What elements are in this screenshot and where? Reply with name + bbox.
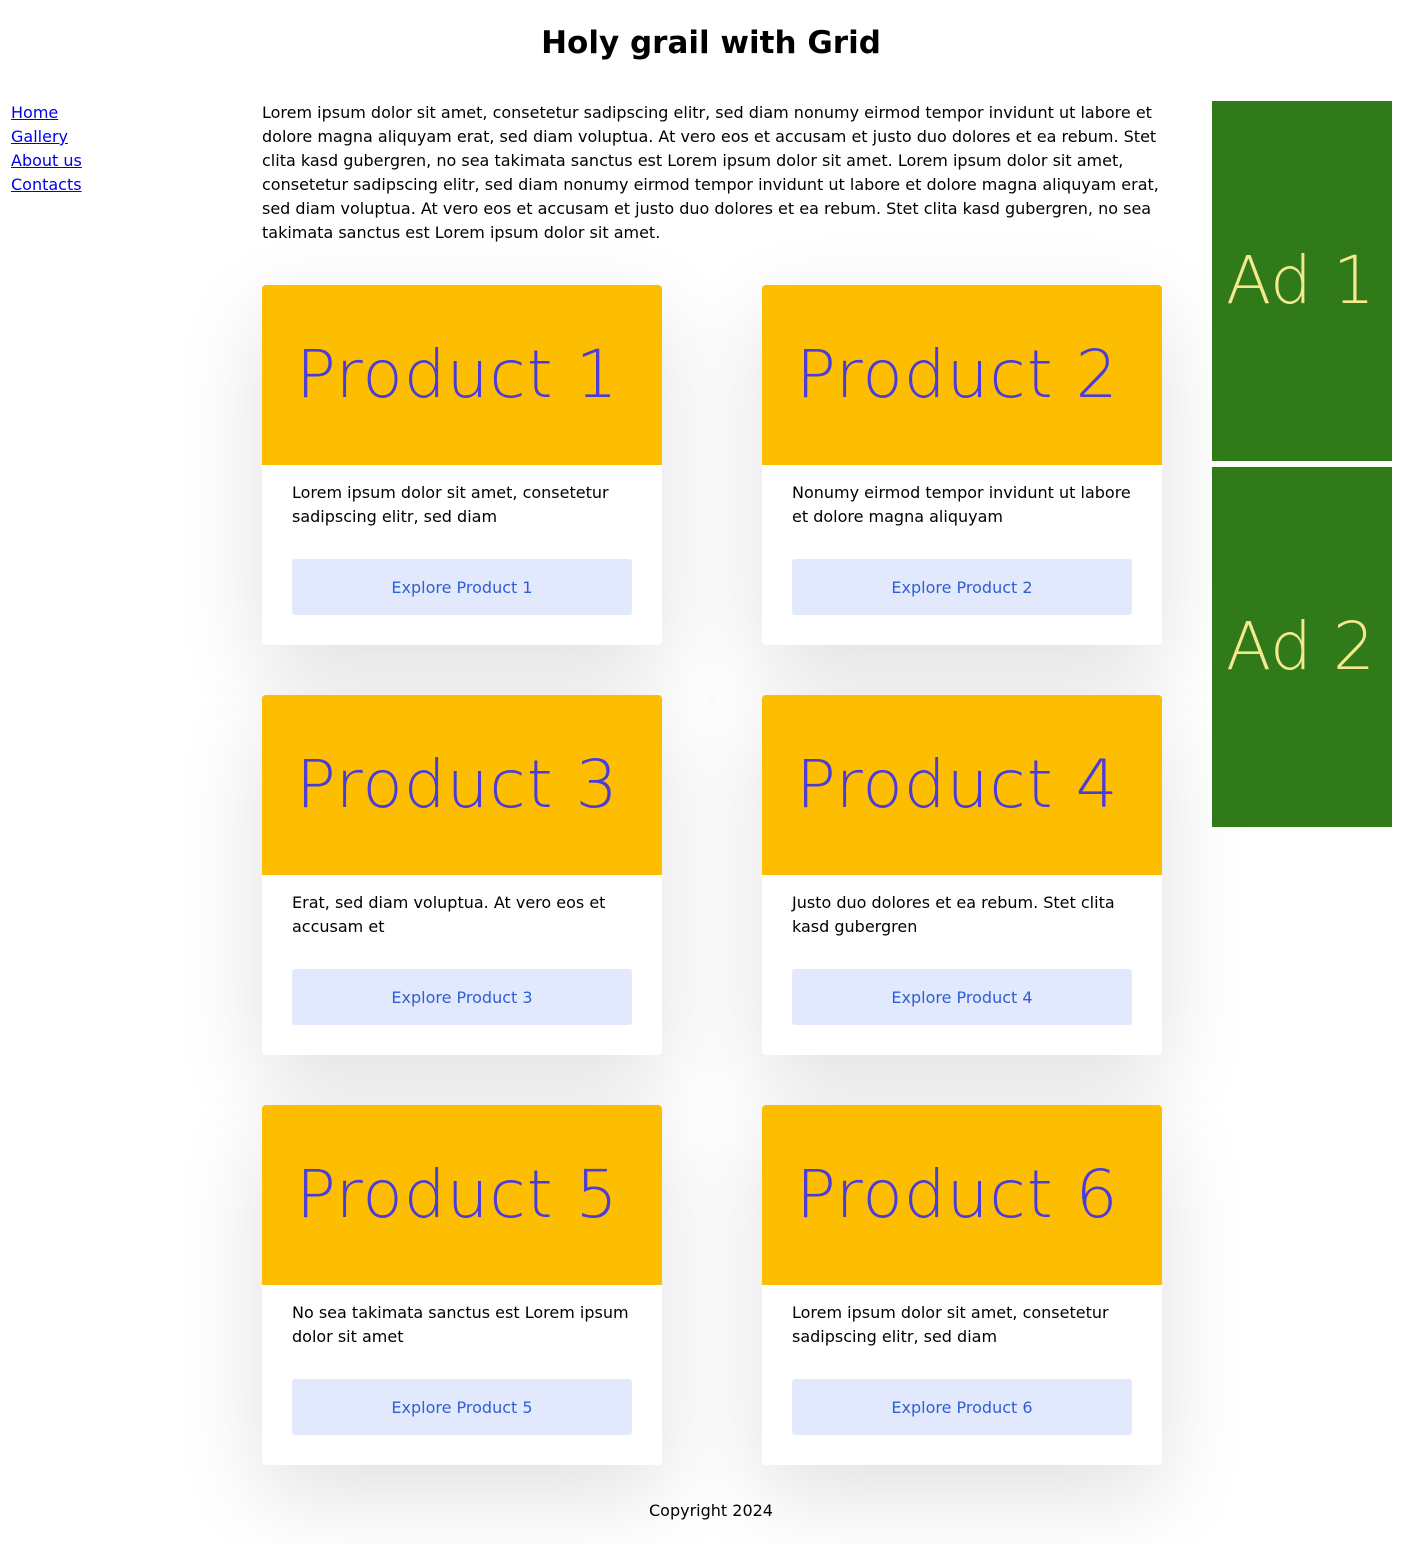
intro-paragraph: Lorem ipsum dolor sit amet, consetetur s… [262, 103, 1159, 242]
nav-link-home[interactable]: Home [11, 101, 82, 125]
product-title: Product 3 [262, 695, 662, 875]
product-description: No sea takimata sanctus est Lorem ipsum … [292, 1303, 629, 1346]
product-title: Product 5 [262, 1105, 662, 1285]
explore-product-button[interactable]: Explore Product 5 [292, 1379, 632, 1435]
product-card: Product 3 Erat, sed diam voluptua. At ve… [262, 695, 662, 1055]
explore-product-button[interactable]: Explore Product 4 [792, 969, 1132, 1025]
side-nav: Home Gallery About us Contacts [11, 101, 82, 197]
product-title: Product 6 [762, 1105, 1162, 1285]
product-card: Product 1 Lorem ipsum dolor sit amet, co… [262, 285, 662, 645]
nav-link-contacts[interactable]: Contacts [11, 173, 82, 197]
product-description: Lorem ipsum dolor sit amet, consetetur s… [292, 483, 609, 526]
nav-link-about-us[interactable]: About us [11, 149, 82, 173]
product-card: Product 6 Lorem ipsum dolor sit amet, co… [762, 1105, 1162, 1465]
product-description: Justo duo dolores et ea rebum. Stet clit… [792, 893, 1115, 936]
explore-product-button[interactable]: Explore Product 3 [292, 969, 632, 1025]
product-title: Product 1 [262, 285, 662, 465]
product-description: Lorem ipsum dolor sit amet, consetetur s… [792, 1303, 1109, 1346]
page-title: Holy grail with Grid [541, 25, 881, 61]
ad-block-2[interactable]: Ad 2 [1212, 467, 1392, 827]
product-card: Product 5 No sea takimata sanctus est Lo… [262, 1105, 662, 1465]
product-description: Erat, sed diam voluptua. At vero eos et … [292, 893, 606, 936]
explore-product-button[interactable]: Explore Product 6 [792, 1379, 1132, 1435]
product-card: Product 4 Justo duo dolores et ea rebum.… [762, 695, 1162, 1055]
explore-product-button[interactable]: Explore Product 1 [292, 559, 632, 615]
product-title: Product 2 [762, 285, 1162, 465]
nav-link-gallery[interactable]: Gallery [11, 125, 82, 149]
product-title: Product 4 [762, 695, 1162, 875]
product-description: Nonumy eirmod tempor invidunt ut labore … [792, 483, 1131, 526]
footer-copyright: Copyright 2024 [649, 1501, 773, 1520]
product-card: Product 2 Nonumy eirmod tempor invidunt … [762, 285, 1162, 645]
ad-block-1[interactable]: Ad 1 [1212, 101, 1392, 461]
explore-product-button[interactable]: Explore Product 2 [792, 559, 1132, 615]
